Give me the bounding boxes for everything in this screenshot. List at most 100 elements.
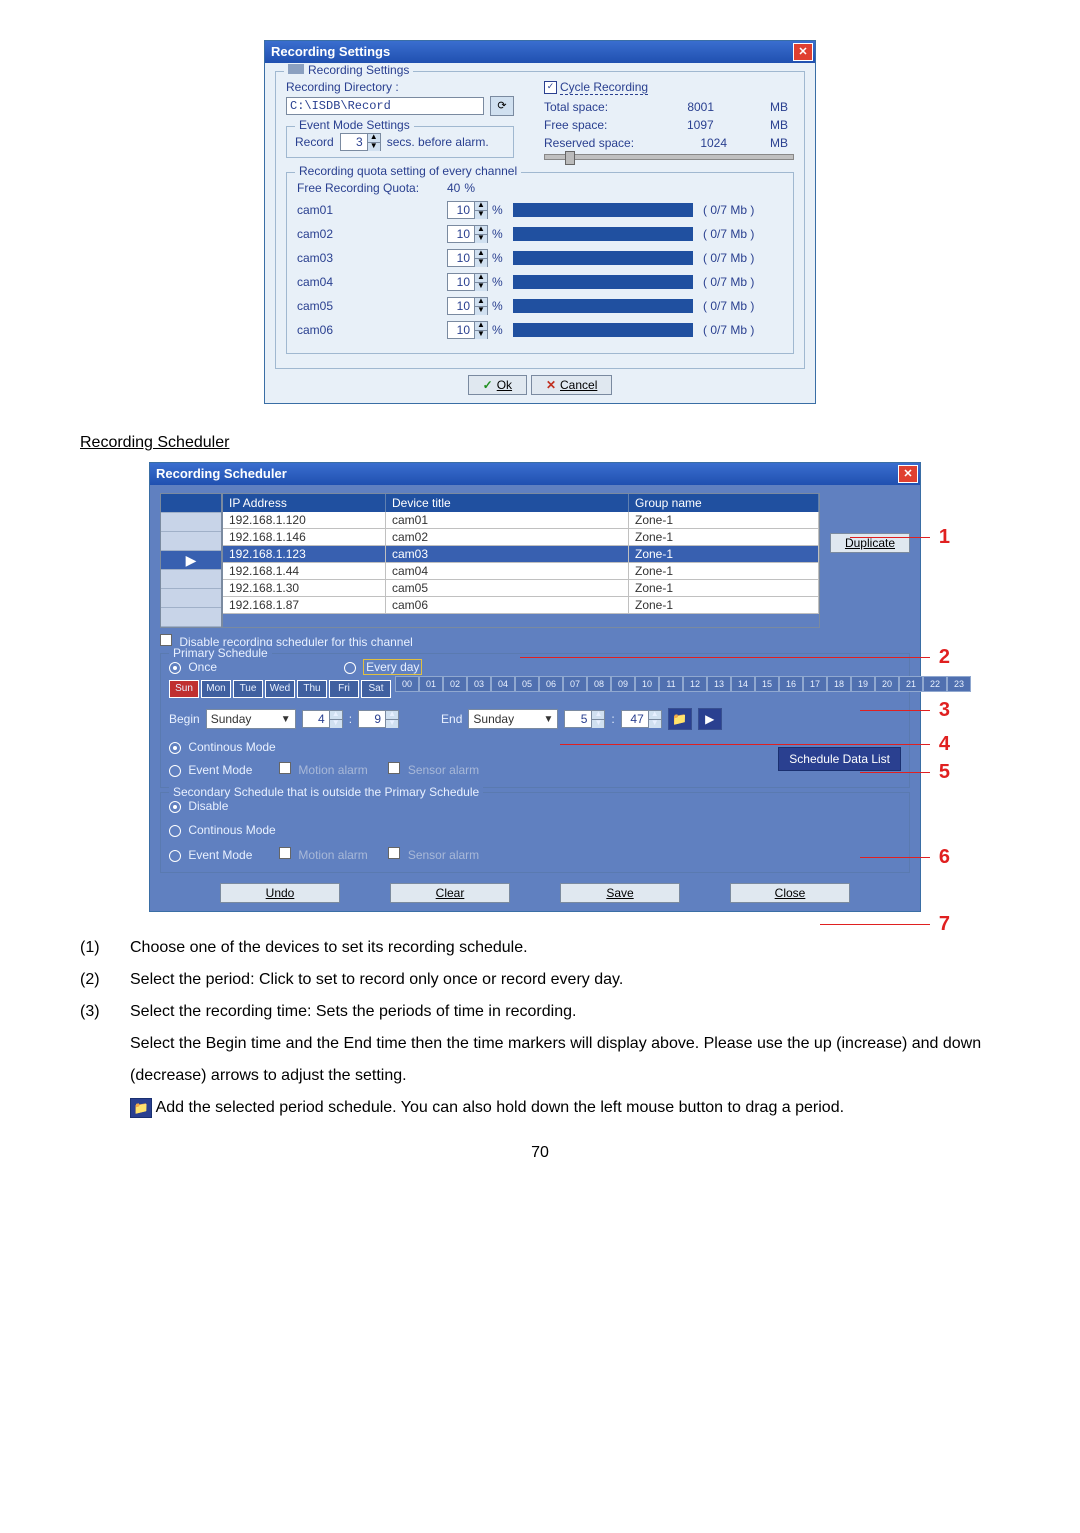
ok-button[interactable]: ✓Ok (468, 375, 527, 395)
hour-box[interactable]: 21 (899, 676, 923, 692)
begin-hour-spinner[interactable]: 4▲▼ (302, 710, 343, 728)
hour-box[interactable]: 06 (539, 676, 563, 692)
cam-quota-bar (513, 275, 693, 289)
hour-timeline[interactable]: 0001020304050607080910111213141516171819… (395, 676, 971, 692)
hour-box[interactable]: 20 (875, 676, 899, 692)
hour-box[interactable]: 11 (659, 676, 683, 692)
begin-day-select[interactable]: Sunday▼ (206, 709, 296, 729)
secondary-disable-radio[interactable] (169, 801, 181, 813)
hour-box[interactable]: 10 (635, 676, 659, 692)
hour-box[interactable]: 08 (587, 676, 611, 692)
secondary-event-mode-radio[interactable] (169, 850, 181, 862)
free-quota-value: 40 (447, 181, 460, 195)
instr-3b-text: Select the Begin time and the End time t… (130, 1028, 1000, 1092)
hour-box[interactable]: 15 (755, 676, 779, 692)
table-row[interactable]: 192.168.1.123cam03Zone-1 (223, 546, 819, 563)
day-box[interactable]: Mon (201, 680, 231, 698)
day-box[interactable]: Sat (361, 680, 391, 698)
cam-quota-spinner[interactable]: 10▲▼ (447, 249, 488, 267)
secondary-motion-alarm-checkbox[interactable] (279, 847, 291, 859)
callout-5: 5 (939, 761, 950, 784)
hour-box[interactable]: 18 (827, 676, 851, 692)
event-mode-settings-title: Event Mode Settings (295, 118, 414, 132)
disable-scheduler-checkbox[interactable] (160, 634, 172, 646)
day-box[interactable]: Wed (265, 680, 295, 698)
table-row[interactable]: 192.168.1.146cam02Zone-1 (223, 529, 819, 546)
hour-box[interactable]: 01 (419, 676, 443, 692)
quota-row: cam0110▲▼%( 0/7 Mb ) (297, 201, 783, 219)
secondary-sensor-alarm-checkbox[interactable] (388, 847, 400, 859)
hour-box[interactable]: 23 (947, 676, 971, 692)
day-selector[interactable]: SunMonTueWedThuFriSat (169, 680, 391, 698)
hour-box[interactable]: 04 (491, 676, 515, 692)
table-row[interactable]: 192.168.1.120cam01Zone-1 (223, 512, 819, 529)
hour-box[interactable]: 12 (683, 676, 707, 692)
motion-alarm-checkbox[interactable] (279, 762, 291, 774)
reserved-space-label: Reserved space: (544, 136, 634, 150)
hour-box[interactable]: 09 (611, 676, 635, 692)
save-button[interactable]: Save (560, 883, 680, 903)
cam-quota-bar (513, 323, 693, 337)
close-button[interactable]: Close (730, 883, 850, 903)
hour-box[interactable]: 22 (923, 676, 947, 692)
secondary-continuous-radio[interactable] (169, 825, 181, 837)
end-min-spinner[interactable]: 47▲▼ (621, 710, 662, 728)
row-selector-icon[interactable]: ▶ (161, 551, 221, 570)
record-secs-spinner[interactable]: 3 ▲▼ (340, 133, 381, 151)
hour-box[interactable]: 19 (851, 676, 875, 692)
cycle-recording-checkbox[interactable]: ✓ (544, 81, 557, 94)
close-icon[interactable]: ✕ (793, 43, 813, 61)
hour-box[interactable]: 17 (803, 676, 827, 692)
day-box[interactable]: Sun (169, 680, 199, 698)
instr-1-num: (1) (80, 932, 130, 964)
continuous-mode-radio[interactable] (169, 742, 181, 754)
table-row[interactable]: 192.168.1.44cam04Zone-1 (223, 563, 819, 580)
end-day-select[interactable]: Sunday▼ (468, 709, 558, 729)
cam-quota-spinner[interactable]: 10▲▼ (447, 225, 488, 243)
event-mode-radio[interactable] (169, 765, 181, 777)
sensor-alarm-checkbox[interactable] (388, 762, 400, 774)
hour-box[interactable]: 07 (563, 676, 587, 692)
hour-box[interactable]: 05 (515, 676, 539, 692)
hour-box[interactable]: 02 (443, 676, 467, 692)
reserved-space-slider[interactable] (544, 154, 794, 160)
cam-quota-spinner[interactable]: 10▲▼ (447, 321, 488, 339)
table-row[interactable]: 192.168.1.30cam05Zone-1 (223, 580, 819, 597)
total-space-label: Total space: (544, 100, 608, 114)
duplicate-button[interactable]: Duplicate (830, 533, 910, 553)
col-title: Device title (386, 494, 629, 512)
recording-directory-input[interactable]: C:\ISDB\Record (286, 97, 484, 115)
callout-2: 2 (939, 646, 950, 669)
end-hour-spinner[interactable]: 5▲▼ (564, 710, 605, 728)
remove-schedule-icon[interactable]: ▶ (698, 708, 722, 730)
begin-min-spinner[interactable]: 9▲▼ (358, 710, 399, 728)
day-box[interactable]: Fri (329, 680, 359, 698)
once-radio[interactable] (169, 662, 181, 674)
cam-quota-spinner[interactable]: 10▲▼ (447, 201, 488, 219)
day-box[interactable]: Tue (233, 680, 263, 698)
callout-1: 1 (939, 526, 950, 549)
hour-box[interactable]: 14 (731, 676, 755, 692)
cam-name: cam04 (297, 275, 447, 289)
hour-box[interactable]: 03 (467, 676, 491, 692)
close-icon[interactable]: ✕ (898, 465, 918, 483)
cam-name: cam05 (297, 299, 447, 313)
col-ip: IP Address (223, 494, 386, 512)
clear-button[interactable]: Clear (390, 883, 510, 903)
sensor-alarm-label: Sensor alarm (408, 763, 479, 777)
day-box[interactable]: Thu (297, 680, 327, 698)
schedule-data-list-button[interactable]: Schedule Data List (778, 747, 901, 771)
add-schedule-icon[interactable]: 📁 (668, 708, 692, 730)
hour-box[interactable]: 00 (395, 676, 419, 692)
every-day-radio[interactable] (344, 662, 356, 674)
cam-quota-spinner[interactable]: 10▲▼ (447, 273, 488, 291)
browse-icon[interactable]: ⟳ (490, 96, 514, 116)
cancel-button[interactable]: ✕Cancel (531, 375, 612, 395)
device-table[interactable]: IP Address Device title Group name 192.1… (222, 493, 820, 628)
cam-quota-spinner[interactable]: 10▲▼ (447, 297, 488, 315)
hour-box[interactable]: 13 (707, 676, 731, 692)
recording-settings-titlebar: Recording Settings ✕ (265, 41, 815, 63)
table-row[interactable]: 192.168.1.87cam06Zone-1 (223, 597, 819, 614)
hour-box[interactable]: 16 (779, 676, 803, 692)
undo-button[interactable]: Undo (220, 883, 340, 903)
